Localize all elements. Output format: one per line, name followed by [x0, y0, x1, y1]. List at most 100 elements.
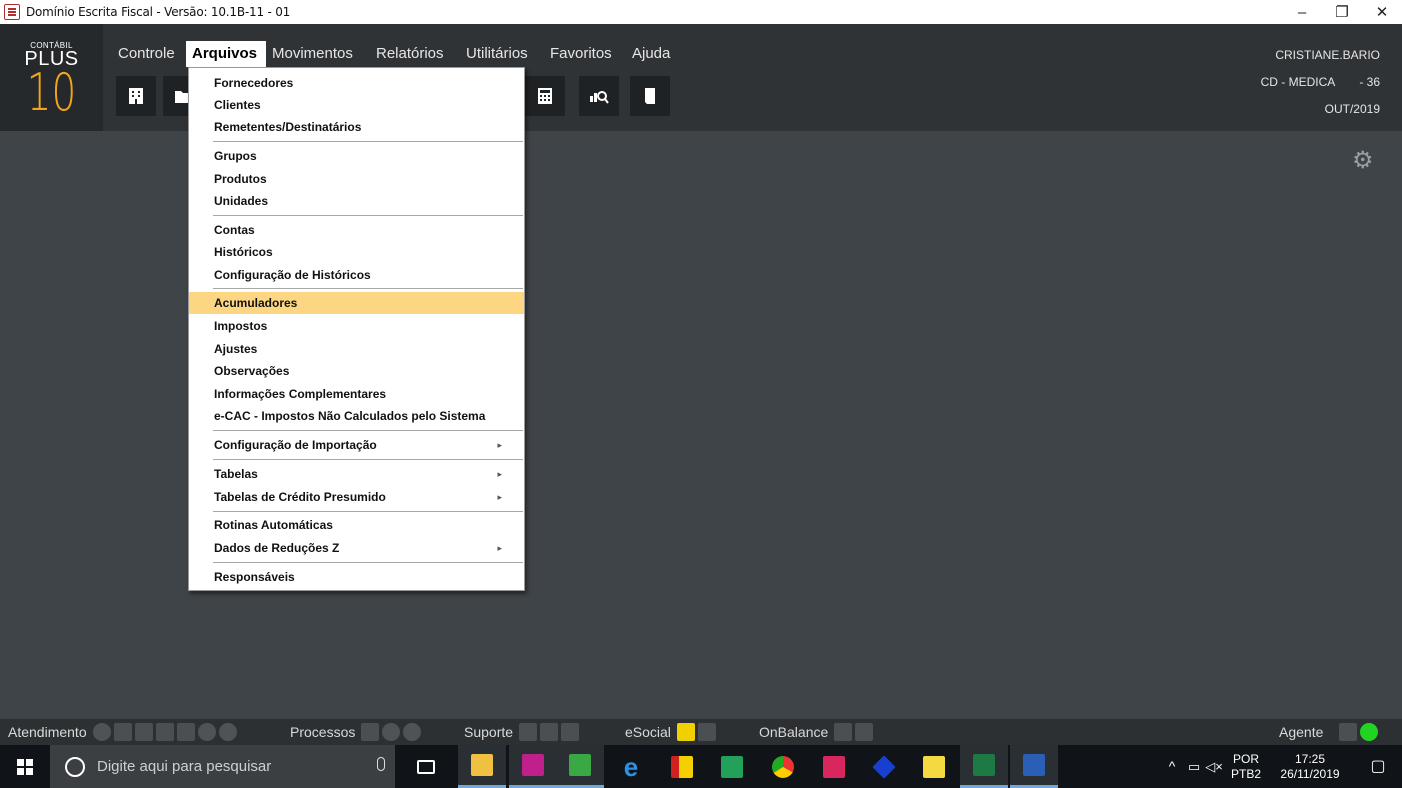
- menu-item-ajustes[interactable]: Ajustes: [189, 338, 524, 360]
- plus-icon[interactable]: [540, 723, 559, 741]
- settings-gear-icon[interactable]: ⚙: [1352, 149, 1374, 173]
- taskbar-app-purple[interactable]: [509, 745, 557, 788]
- menu-item-config-importacao[interactable]: Configuração de Importação ▸: [189, 434, 524, 456]
- taskbar-edge[interactable]: e: [607, 745, 655, 788]
- taskbar-app-pink[interactable]: [810, 745, 858, 788]
- atendimento-label: Atendimento: [8, 724, 87, 740]
- check-icon[interactable]: [361, 723, 380, 741]
- menu-item-dados-reducoes-z[interactable]: Dados de Reduções Z ▸: [189, 537, 524, 559]
- taskbar-excel[interactable]: [960, 745, 1008, 788]
- help-icon[interactable]: [519, 723, 538, 741]
- menu-item-impostos[interactable]: Impostos: [189, 315, 524, 337]
- circle-icon[interactable]: [197, 723, 216, 741]
- menu-relatorios[interactable]: Relatórios: [370, 41, 460, 67]
- language-code: POR: [1232, 751, 1259, 766]
- app-icon: [4, 4, 20, 20]
- menu-item-clientes[interactable]: Clientes: [189, 94, 524, 116]
- circle-icon[interactable]: [403, 723, 422, 741]
- circle-icon[interactable]: [218, 723, 237, 741]
- mail-icon[interactable]: [834, 723, 853, 741]
- menu-item-informacoes-complementares[interactable]: Informações Complementares: [189, 383, 524, 405]
- submenu-arrow-icon: ▸: [497, 492, 502, 502]
- submenu-arrow-icon: ▸: [497, 440, 502, 450]
- menu-item-fornecedores[interactable]: Fornecedores: [189, 72, 524, 94]
- clock-date: 26/11/2019: [1280, 766, 1340, 781]
- close-button[interactable]: ✕: [1362, 0, 1402, 24]
- task-view-button[interactable]: [402, 745, 450, 788]
- menu-item-ecac[interactable]: e-CAC - Impostos Não Calculados pelo Sis…: [189, 405, 524, 427]
- menu-item-acumuladores[interactable]: Acumuladores: [189, 292, 524, 314]
- menu-separator: [213, 459, 523, 460]
- menu-item-rotinas-automaticas[interactable]: Rotinas Automáticas: [189, 514, 524, 536]
- submenu-arrow-icon: ▸: [497, 543, 502, 553]
- menu-item-config-historicos[interactable]: Configuração de Históricos: [189, 264, 524, 286]
- minimize-button[interactable]: –: [1282, 0, 1322, 24]
- taskbar-search[interactable]: Digite aqui para pesquisar: [50, 745, 395, 788]
- taskbar-explorer[interactable]: [458, 745, 506, 788]
- company-toolbar-button[interactable]: [116, 76, 156, 116]
- briefcase-icon[interactable]: [1339, 723, 1358, 741]
- menu-item-responsaveis[interactable]: Responsáveis: [189, 566, 524, 588]
- menu-bar: Controle Arquivos Movimentos Relatórios …: [112, 41, 682, 67]
- menu-item-contas[interactable]: Contas: [189, 219, 524, 241]
- clock[interactable]: 17:25 26/11/2019: [1270, 745, 1350, 788]
- windows-logo-icon: [17, 758, 33, 775]
- taskbar-app-blue[interactable]: [860, 745, 908, 788]
- taskbar-app-red-yellow[interactable]: [658, 745, 706, 788]
- taskbar-word[interactable]: [1010, 745, 1058, 788]
- logo: CONTÁBIL PLUS 10: [0, 24, 103, 131]
- taskbar-sticky-notes[interactable]: [910, 745, 958, 788]
- menu-item-grupos[interactable]: Grupos: [189, 145, 524, 167]
- word-icon: [1023, 754, 1045, 776]
- taskbar-app-green[interactable]: [708, 745, 756, 788]
- taskbar-chrome[interactable]: [759, 745, 807, 788]
- agente-label: Agente: [1279, 724, 1324, 740]
- microphone-icon[interactable]: [377, 757, 385, 771]
- onbalance-group: OnBalance: [759, 719, 876, 745]
- restore-button[interactable]: ❐: [1322, 0, 1362, 24]
- menu-item-observacoes[interactable]: Observações: [189, 360, 524, 382]
- user-name: CRISTIANE.BARIO: [1275, 48, 1380, 62]
- book-toolbar-button[interactable]: [630, 76, 670, 116]
- system-tray: ^ ▭ ◁× POR PTB2 17:25 26/11/2019 ▢: [1162, 745, 1402, 788]
- calculator-toolbar-button[interactable]: [525, 76, 565, 116]
- download-icon[interactable]: [855, 723, 874, 741]
- language-indicator[interactable]: POR PTB2: [1226, 745, 1266, 788]
- online-status-icon: [1360, 723, 1379, 741]
- message-icon[interactable]: [155, 723, 174, 741]
- report-toolbar-button[interactable]: [579, 76, 619, 116]
- list-icon[interactable]: [561, 723, 580, 741]
- menu-item-historicos[interactable]: Históricos: [189, 241, 524, 263]
- transfer-icon[interactable]: [176, 723, 195, 741]
- network-icon[interactable]: ▭: [1184, 745, 1204, 788]
- start-button[interactable]: [0, 745, 50, 788]
- menu-item-tabelas-credito[interactable]: Tabelas de Crédito Presumido ▸: [189, 486, 524, 508]
- menu-movimentos[interactable]: Movimentos: [266, 41, 370, 67]
- menu-item-remetentes[interactable]: Remetentes/Destinatários: [189, 116, 524, 138]
- suporte-group: Suporte: [464, 719, 582, 745]
- menu-arquivos[interactable]: Arquivos: [186, 41, 266, 67]
- chat-icon[interactable]: [113, 723, 132, 741]
- menu-separator: [213, 562, 523, 563]
- menu-item-unidades[interactable]: Unidades: [189, 190, 524, 212]
- taskbar-dominio[interactable]: [556, 745, 604, 788]
- play-icon[interactable]: [92, 723, 111, 741]
- menu-controle[interactable]: Controle: [112, 41, 186, 67]
- list-icon[interactable]: [697, 723, 716, 741]
- esocial-icon[interactable]: [676, 723, 695, 741]
- volume-muted-icon[interactable]: ◁×: [1204, 745, 1224, 788]
- menu-favoritos[interactable]: Favoritos: [544, 41, 626, 67]
- notifications-icon[interactable]: ▢: [1358, 745, 1398, 788]
- circle-icon[interactable]: [382, 723, 401, 741]
- app-icon: [522, 754, 544, 776]
- onbalance-label: OnBalance: [759, 724, 829, 740]
- menu-item-produtos[interactable]: Produtos: [189, 168, 524, 190]
- atendimento-group: Atendimento: [8, 719, 240, 745]
- document-icon[interactable]: [134, 723, 153, 741]
- menu-item-tabelas[interactable]: Tabelas ▸: [189, 463, 524, 485]
- app-icon: [671, 755, 693, 778]
- menu-utilitarios[interactable]: Utilitários: [460, 41, 544, 67]
- tray-chevron-up-icon[interactable]: ^: [1162, 745, 1182, 788]
- building-icon: [129, 88, 143, 104]
- menu-ajuda[interactable]: Ajuda: [626, 41, 682, 67]
